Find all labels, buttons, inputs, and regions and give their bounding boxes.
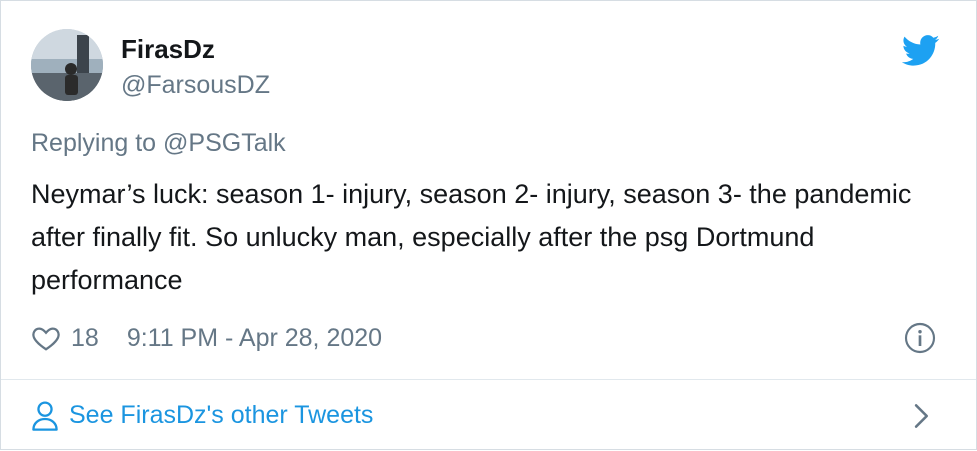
tweet-meta: 18 9:11 PM - Apr 28, 2020 [31,319,382,357]
see-other-tweets-link[interactable]: See FirasDz's other Tweets [69,401,373,430]
like-count: 18 [71,323,99,352]
heart-icon[interactable] [31,323,61,353]
author-names: FirasDz @FarsousDZ [121,33,270,101]
avatar[interactable] [31,29,103,101]
reply-context: Replying to @PSGTalk [31,129,286,158]
info-icon[interactable] [904,322,936,354]
tweet-timestamp[interactable]: 9:11 PM - Apr 28, 2020 [127,324,382,353]
twitter-bird-icon[interactable] [902,35,940,67]
chevron-right-icon[interactable] [912,403,932,429]
reply-prefix: Replying to [31,129,164,157]
tweet-text: Neymar’s luck: season 1- injury, season … [31,179,912,295]
reply-mention-link[interactable]: @PSGTalk [163,129,286,157]
person-icon [32,400,58,431]
tweet-card[interactable]: FirasDz @FarsousDZ Replying to @PSGTalk … [0,0,977,450]
author-handle[interactable]: @FarsousDZ [121,69,270,101]
author-display-name[interactable]: FirasDz [121,33,270,65]
see-other-tweets-row[interactable]: See FirasDz's other Tweets [31,380,946,451]
tweet-header: FirasDz @FarsousDZ [31,29,946,109]
